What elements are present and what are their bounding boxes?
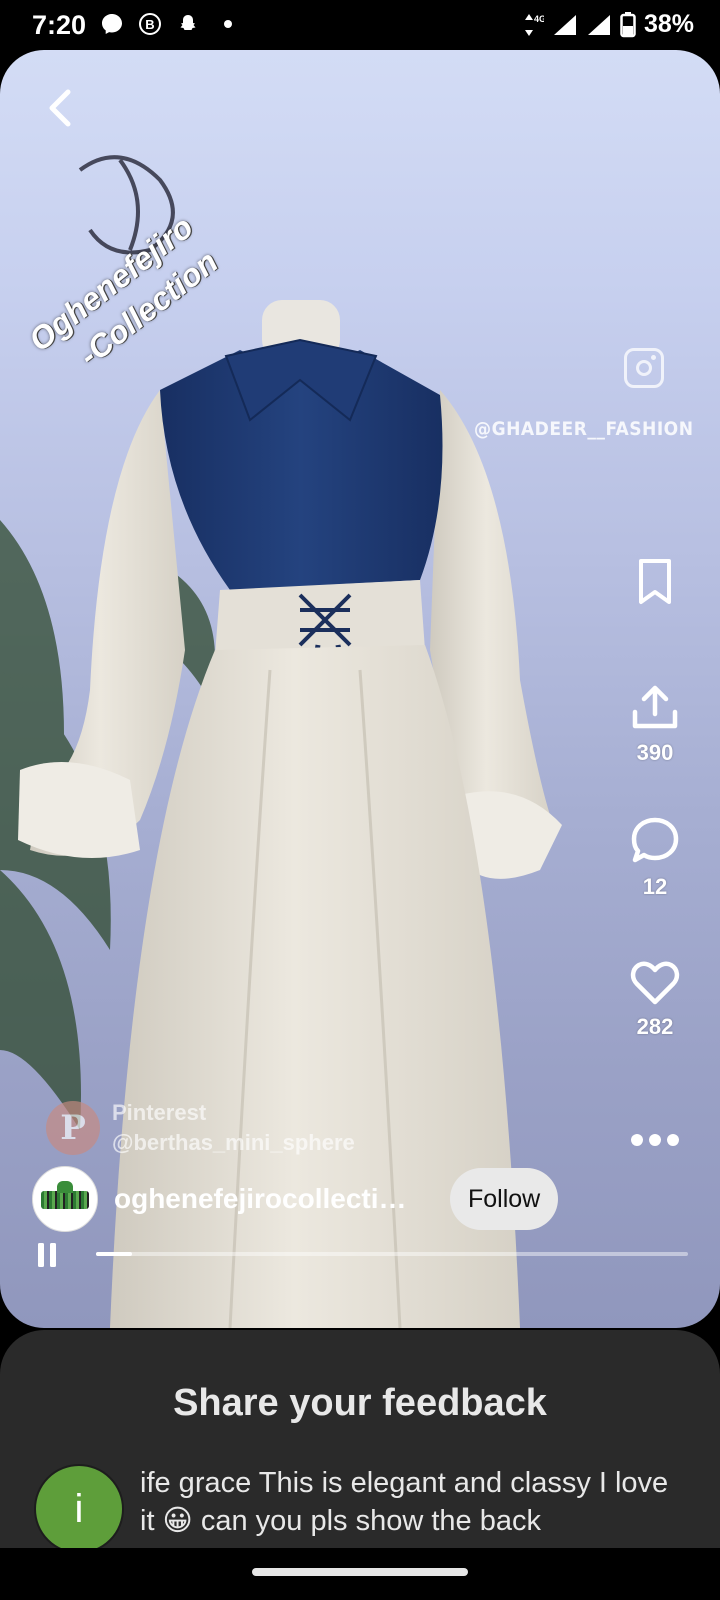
battery-percent: 38% [643, 10, 694, 38]
home-gesture-handle[interactable] [252, 1568, 468, 1576]
status-time: 7:20 [32, 10, 87, 40]
more-options-button[interactable] [620, 1130, 690, 1150]
instagram-handle: @GHADEER__FASHION [474, 418, 694, 440]
feedback-title: Share your feedback [173, 1382, 547, 1424]
signal-icon [553, 14, 576, 35]
back-chevron-icon[interactable] [36, 84, 84, 132]
feedback-comment[interactable]: ife grace This is elegant and classy I l… [140, 1464, 680, 1540]
svg-text:B: B [145, 17, 154, 32]
commenter-avatar[interactable]: i [34, 1464, 124, 1554]
comment-button[interactable]: 12 [620, 816, 690, 900]
signal-2-icon [587, 14, 610, 35]
snapchat-ghost-icon [180, 15, 196, 30]
more-dots-icon [631, 1134, 679, 1146]
follow-button[interactable]: Follow [450, 1168, 559, 1230]
notification-dot-icon [224, 20, 232, 28]
data-arrows-icon: 4G [524, 13, 544, 36]
pause-icon[interactable] [36, 1242, 58, 1268]
comment-bubble-icon [631, 817, 679, 863]
instagram-icon [624, 348, 664, 388]
bookmark-icon [639, 559, 671, 604]
pinterest-logo-icon: P [46, 1101, 100, 1155]
save-button[interactable] [620, 558, 690, 606]
pin-video-card[interactable]: Oghenefejiro -Collection @GHADEER__FASHI… [0, 50, 720, 1328]
bitcoin-b-icon: B [139, 13, 161, 35]
creator-avatar[interactable] [32, 1166, 98, 1232]
video-progress-bar[interactable] [96, 1252, 688, 1256]
share-upload-icon [632, 685, 678, 729]
share-button[interactable]: 390 [620, 682, 690, 766]
messenger-icon [102, 14, 122, 34]
status-system-icons: 4G 38% [524, 10, 694, 39]
pinterest-label: Pinterest [112, 1100, 207, 1125]
status-notification-icons: B [100, 12, 232, 36]
heart-icon [630, 961, 680, 1005]
share-count: 390 [636, 740, 674, 765]
system-nav-bar [0, 1548, 720, 1600]
watermark: Oghenefejiro -Collection [12, 160, 252, 373]
like-count: 282 [636, 1014, 674, 1039]
creator-name[interactable]: oghenefejirocollecti… [114, 1183, 422, 1215]
pinterest-credit: P Pinterest @berthas_mini_sphere [46, 1098, 355, 1158]
status-bar: 7:20 B 4G 38% [0, 0, 720, 50]
video-progress-fill [96, 1252, 132, 1256]
battery-icon [620, 11, 636, 37]
network-type: 4G [534, 14, 544, 24]
creator-row: oghenefejirocollecti… Follow [32, 1166, 559, 1232]
like-button[interactable]: 282 [620, 960, 690, 1040]
comment-count: 12 [642, 874, 668, 899]
pinterest-handle: @berthas_mini_sphere [112, 1130, 355, 1155]
